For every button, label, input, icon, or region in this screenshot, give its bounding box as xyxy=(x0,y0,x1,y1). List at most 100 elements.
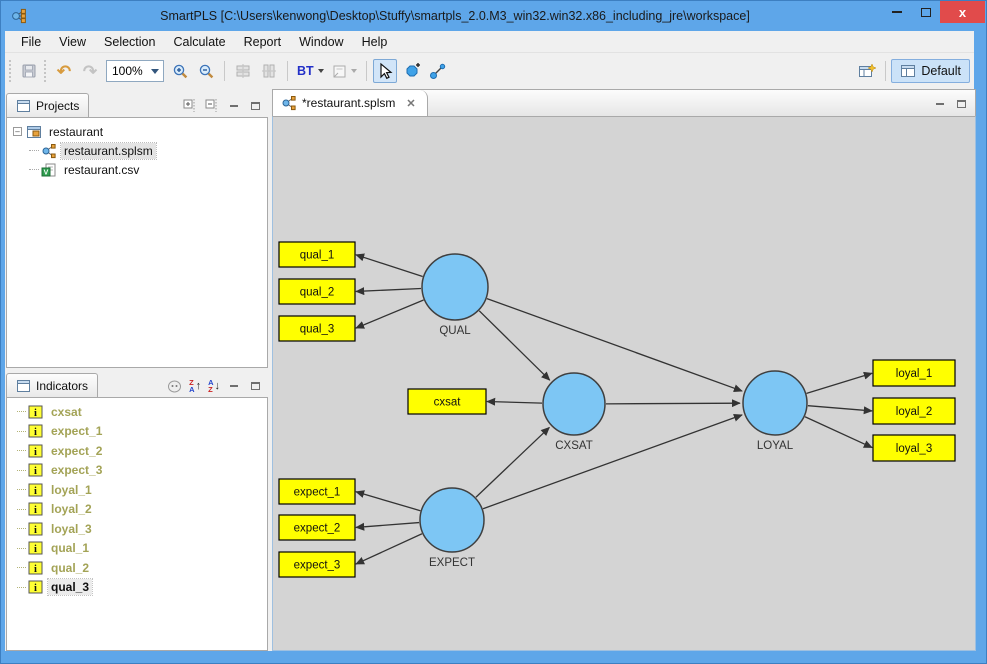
tab-restaurant-splsm[interactable]: *restaurant.splsm ✕ xyxy=(273,90,428,116)
indicators-list: icxsatiexpect_1iexpect_2iexpect_3iloyal_… xyxy=(6,397,268,651)
chevron-down-icon xyxy=(351,69,357,73)
minimize-button[interactable] xyxy=(882,1,911,23)
indicator-item-expect-1[interactable]: iexpect_1 xyxy=(7,422,267,442)
align-vertical-button[interactable] xyxy=(257,59,281,83)
sort-ascending-icon[interactable]: AZ↓ xyxy=(208,379,220,393)
close-tab-icon[interactable]: ✕ xyxy=(403,96,418,111)
menu-item-help[interactable]: Help xyxy=(353,33,397,51)
menu-item-file[interactable]: File xyxy=(12,33,50,51)
latent-variable-label: EXPECT xyxy=(429,557,475,569)
maximize-view-icon[interactable] xyxy=(248,380,262,392)
editor-tab-bar: *restaurant.splsm ✕ xyxy=(272,89,976,116)
tree-item-restaurant-csv[interactable]: Vrestaurant.csv xyxy=(7,160,267,179)
indicator-item-qual-1[interactable]: iqual_1 xyxy=(7,539,267,559)
arrow-expect-to-expect-1[interactable] xyxy=(356,492,420,511)
menu-item-window[interactable]: Window xyxy=(290,33,352,51)
indicator-expect-2[interactable]: expect_2 xyxy=(279,515,355,540)
close-button[interactable]: x xyxy=(940,1,985,23)
indicator-loyal-1[interactable]: loyal_1 xyxy=(873,360,955,386)
latent-variable-cxsat[interactable]: CXSAT xyxy=(543,373,605,452)
path-expect-to-cxsat[interactable] xyxy=(476,427,549,497)
indicator-item-label: expect_1 xyxy=(48,423,105,439)
tree-connector xyxy=(17,431,26,432)
indicator-item-qual-2[interactable]: iqual_2 xyxy=(7,558,267,578)
save-button[interactable] xyxy=(17,59,41,83)
window-title: SmartPLS [C:\Users\kenwong\Desktop\Stuff… xyxy=(28,9,882,23)
arrow-loyal-to-loyal-1[interactable] xyxy=(807,373,872,393)
arrow-qual-to-qual-1[interactable] xyxy=(356,255,423,277)
indicator-item-loyal-1[interactable]: iloyal_1 xyxy=(7,480,267,500)
tab-indicators[interactable]: Indicators xyxy=(6,373,98,397)
path-qual-to-cxsat[interactable] xyxy=(479,311,550,380)
arrow-qual-to-qual-2[interactable] xyxy=(356,289,421,292)
zoom-out-button[interactable] xyxy=(194,59,218,83)
arrow-qual-to-qual-3[interactable] xyxy=(356,300,424,328)
arrow-expect-to-expect-2[interactable] xyxy=(356,523,419,528)
chevron-down-icon xyxy=(318,69,324,73)
menu-item-view[interactable]: View xyxy=(50,33,95,51)
path-expect-to-loyal[interactable] xyxy=(483,415,742,509)
expand-all-icon[interactable] xyxy=(183,98,198,113)
minimize-editor-icon[interactable] xyxy=(933,98,947,110)
maximize-button[interactable] xyxy=(911,1,940,23)
indicator-item-qual-3[interactable]: iqual_3 xyxy=(7,578,267,598)
indicator-qual-2[interactable]: qual_2 xyxy=(279,279,355,304)
indicator-item-loyal-2[interactable]: iloyal_2 xyxy=(7,500,267,520)
svg-text:i: i xyxy=(34,408,37,419)
indicator-cxsat[interactable]: cxsat xyxy=(408,389,486,414)
tree-connector xyxy=(17,450,26,451)
tree-twisty-icon[interactable]: – xyxy=(13,127,22,136)
add-latent-variable-button[interactable] xyxy=(399,59,424,83)
arrow-expect-to-expect-3[interactable] xyxy=(356,534,422,564)
menu-item-selection[interactable]: Selection xyxy=(95,33,164,51)
add-connection-button[interactable] xyxy=(426,59,450,83)
zoom-level-select[interactable]: 100% xyxy=(106,60,164,82)
maximize-view-icon[interactable] xyxy=(248,100,262,112)
path-qual-to-loyal[interactable] xyxy=(487,299,742,391)
indicator-qual-1[interactable]: qual_1 xyxy=(279,242,355,267)
indicator-item-label: qual_3 xyxy=(48,579,92,595)
maximize-editor-icon[interactable] xyxy=(954,98,968,110)
indicator-item-cxsat[interactable]: icxsat xyxy=(7,402,267,422)
menu-item-report[interactable]: Report xyxy=(235,33,291,51)
indicator-loyal-2[interactable]: loyal_2 xyxy=(873,398,955,424)
redo-button[interactable]: ↷ xyxy=(78,59,102,83)
indicator-loyal-3[interactable]: loyal_3 xyxy=(873,435,955,461)
undo-button[interactable]: ↶ xyxy=(52,59,76,83)
perspective-default-button[interactable]: Default xyxy=(891,59,970,83)
tree-connector xyxy=(17,470,26,471)
menu-item-calculate[interactable]: Calculate xyxy=(164,33,234,51)
minimize-view-icon[interactable] xyxy=(227,100,241,112)
hide-indicators-icon[interactable] xyxy=(167,380,182,393)
latent-variable-qual[interactable]: QUAL xyxy=(422,254,488,337)
model-canvas[interactable]: qual_1 qual_2 qual_3cxsat expect_1 expect_2e… xyxy=(272,116,976,651)
indicator-expect-1[interactable]: expect_1 xyxy=(279,479,355,504)
indicator-label: loyal_3 xyxy=(896,443,932,455)
path-cxsat-to-loyal[interactable] xyxy=(606,403,740,404)
sort-descending-icon[interactable]: ZA↑ xyxy=(189,379,201,393)
tab-projects[interactable]: Projects xyxy=(6,93,89,117)
collapse-all-icon[interactable] xyxy=(205,98,220,113)
indicator-item-label: qual_1 xyxy=(48,540,92,556)
indicator-item-expect-2[interactable]: iexpect_2 xyxy=(7,441,267,461)
comment-tool-button[interactable] xyxy=(329,59,360,83)
indicator-expect-3[interactable]: expect_3 xyxy=(279,552,355,577)
open-perspective-button[interactable] xyxy=(855,59,879,83)
tree-item-restaurant[interactable]: –restaurant xyxy=(7,122,267,141)
latent-variable-expect[interactable]: EXPECT xyxy=(420,488,484,569)
arrow-cxsat-to-cxsat[interactable] xyxy=(487,402,542,404)
indicator-item-loyal-3[interactable]: iloyal_3 xyxy=(7,519,267,539)
arrow-loyal-to-loyal-2[interactable] xyxy=(808,406,872,411)
tree-item-restaurant-splsm[interactable]: restaurant.splsm xyxy=(7,141,267,160)
minimize-view-icon[interactable] xyxy=(227,380,241,392)
tree-connector xyxy=(17,489,26,490)
indicator-icon: i xyxy=(28,561,43,575)
bt-mode-button[interactable]: BT xyxy=(294,59,327,83)
indicator-item-expect-3[interactable]: iexpect_3 xyxy=(7,461,267,481)
align-horizontal-button[interactable] xyxy=(231,59,255,83)
arrow-loyal-to-loyal-3[interactable] xyxy=(805,417,872,448)
latent-variable-loyal[interactable]: LOYAL xyxy=(743,371,807,452)
selection-tool-button[interactable] xyxy=(373,59,397,83)
zoom-in-button[interactable] xyxy=(168,59,192,83)
indicator-qual-3[interactable]: qual_3 xyxy=(279,316,355,341)
